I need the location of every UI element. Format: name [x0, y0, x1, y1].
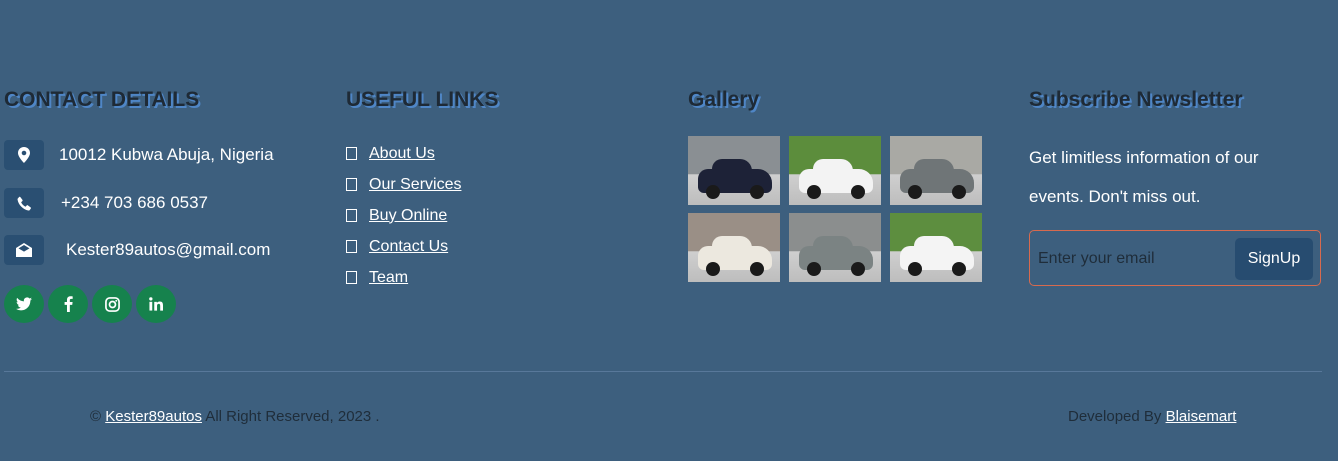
copyright-symbol: ©	[90, 408, 102, 425]
gallery-image[interactable]	[688, 213, 780, 282]
developed-by-text: Developed By	[1068, 408, 1166, 425]
newsletter-heading: Subscribe Newsletter	[1029, 88, 1243, 111]
instagram-icon[interactable]	[92, 285, 132, 323]
bullet-icon	[346, 271, 357, 284]
link-item-buy: Buy Online	[346, 200, 461, 231]
about-us-link[interactable]: About Us	[369, 145, 435, 163]
wheel	[908, 262, 922, 276]
social-links	[4, 285, 176, 323]
developer-credit: Developed By Blaisemart	[1068, 408, 1236, 425]
wheel	[706, 185, 720, 199]
gallery-image[interactable]	[789, 136, 881, 205]
our-services-link[interactable]: Our Services	[369, 176, 461, 194]
email-text[interactable]: Kester89autos@gmail.com	[66, 240, 270, 260]
link-item-team: Team	[346, 262, 461, 293]
contact-heading: CONTACT DETAILS	[4, 88, 200, 111]
link-item-about: About Us	[346, 138, 461, 169]
bullet-icon	[346, 240, 357, 253]
gallery-image[interactable]	[890, 213, 982, 282]
signup-button[interactable]: SignUp	[1235, 238, 1313, 280]
wheel	[750, 262, 764, 276]
buy-online-link[interactable]: Buy Online	[369, 207, 447, 225]
gallery-column: Gallery	[688, 88, 988, 308]
map-pin-icon	[4, 140, 44, 170]
newsletter-text: Get limitless information of our events.…	[1029, 148, 1259, 206]
linkedin-icon[interactable]	[136, 285, 176, 323]
wheel	[807, 185, 821, 199]
links-list: About Us Our Services Buy Online Contact…	[346, 138, 461, 293]
email-input[interactable]	[1036, 239, 1230, 279]
phone-row: +234 703 686 0537	[4, 188, 208, 218]
copyright: © Kester89autos All Right Reserved, 2023…	[90, 408, 380, 425]
newsletter-column: Subscribe Newsletter Get limitless infor…	[1029, 88, 1329, 308]
team-link[interactable]: Team	[369, 269, 408, 287]
address-text: 10012 Kubwa Abuja, Nigeria	[59, 145, 274, 164]
wheel	[807, 262, 821, 276]
wheel	[851, 262, 865, 276]
link-item-services: Our Services	[346, 169, 461, 200]
email-row: Kester89autos@gmail.com	[4, 235, 270, 265]
links-column: USEFUL LINKS About Us Our Services Buy O…	[346, 88, 646, 308]
footer-divider	[4, 371, 1322, 372]
bullet-icon	[346, 209, 357, 222]
phone-text: +234 703 686 0537	[61, 193, 209, 212]
wheel	[952, 185, 966, 199]
envelope-open-icon	[4, 235, 44, 265]
wheel	[750, 185, 764, 199]
contact-column: CONTACT DETAILS 10012 Kubwa Abuja, Niger…	[4, 88, 324, 328]
wheel	[706, 262, 720, 276]
gallery-image[interactable]	[789, 213, 881, 282]
address-row: 10012 Kubwa Abuja, Nigeria	[4, 140, 274, 170]
bullet-icon	[346, 147, 357, 160]
bottom-strip	[0, 461, 1338, 465]
wheel	[952, 262, 966, 276]
link-item-contact: Contact Us	[346, 231, 461, 262]
bullet-icon	[346, 178, 357, 191]
contact-us-link[interactable]: Contact Us	[369, 238, 448, 256]
gallery-image[interactable]	[688, 136, 780, 205]
facebook-icon[interactable]	[48, 285, 88, 323]
gallery-grid	[688, 136, 982, 282]
phone-icon	[4, 188, 44, 218]
wheel	[851, 185, 865, 199]
rights-text: All Right Reserved, 2023 .	[201, 408, 380, 425]
gallery-heading: Gallery	[688, 88, 760, 111]
developer-link[interactable]: Blaisemart	[1166, 408, 1237, 425]
wheel	[908, 185, 922, 199]
twitter-icon[interactable]	[4, 285, 44, 323]
newsletter-form: SignUp	[1029, 230, 1321, 286]
links-heading: USEFUL LINKS	[346, 88, 499, 111]
gallery-image[interactable]	[890, 136, 982, 205]
brand-link[interactable]: Kester89autos	[105, 408, 202, 425]
